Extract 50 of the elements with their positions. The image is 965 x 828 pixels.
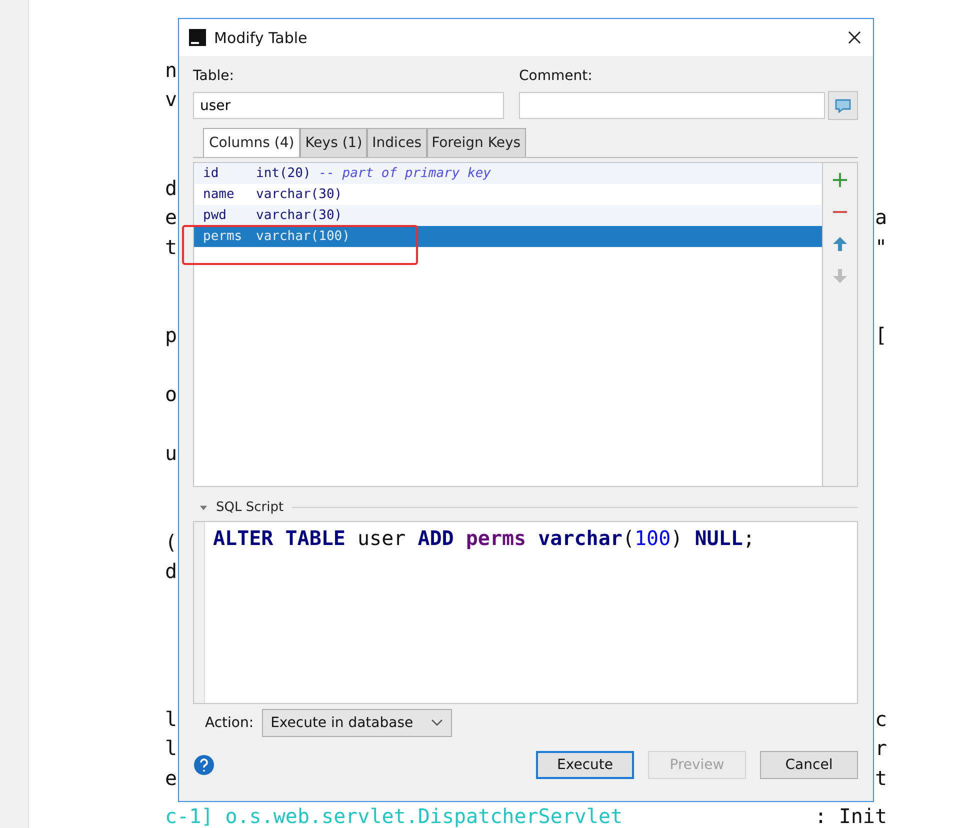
comment-field[interactable] [519, 92, 825, 119]
code-fragment: r [874, 736, 887, 760]
comment-button[interactable] [828, 91, 858, 120]
column-row[interactable]: id int(20) -- part of primary key [194, 163, 822, 184]
dialog-button[interactable]: Cancel [760, 751, 858, 779]
arrow-up-icon[interactable] [832, 236, 848, 252]
code-fragment: d [165, 559, 178, 584]
code-fragment: t [165, 234, 178, 259]
code-fragment: a [874, 205, 887, 230]
code-fragment: o [165, 382, 178, 406]
sql-code: ALTER TABLE user ADD perms varchar(100) NULL; [212, 525, 756, 552]
code-fragment: n [165, 58, 178, 82]
code-fragment: d [165, 176, 178, 200]
action-dropdown[interactable]: Execute in database [262, 709, 452, 737]
code-fragment: " [874, 234, 887, 259]
app-icon [189, 29, 206, 46]
code-fragment: p [165, 323, 178, 348]
chevron-down-icon [431, 719, 444, 727]
code-fragment: e [165, 205, 178, 230]
close-icon[interactable] [848, 31, 861, 44]
column-row[interactable]: perms varchar(100) [194, 226, 822, 247]
code-fragment: e [165, 766, 178, 790]
field-label: Table: [193, 68, 235, 84]
log-text: : Init [814, 804, 887, 828]
dialog-button[interactable]: Execute [536, 751, 634, 779]
add-icon[interactable] [832, 172, 848, 188]
code-fragment: ( [165, 530, 178, 554]
help-icon[interactable] [193, 754, 215, 776]
column-row[interactable]: name varchar(30) [194, 184, 822, 205]
code-fragment: [ [874, 323, 887, 348]
column-row[interactable]: pwd varchar(30) [194, 205, 822, 226]
speech-bubble-icon [834, 96, 852, 114]
tab[interactable]: Indices [367, 128, 427, 157]
code-fragment: t [874, 766, 887, 790]
table-name-field[interactable]: user [193, 92, 504, 119]
window-title: Modify Table [214, 28, 308, 46]
code-fragment: u [165, 441, 178, 466]
code-fragment: l [165, 706, 178, 731]
tab[interactable]: Keys (1) [300, 128, 368, 157]
tab[interactable]: Foreign Keys [426, 128, 526, 157]
field-label: Action: [205, 715, 254, 731]
sql-editor[interactable]: ALTER TABLE user ADD perms varchar(100) NULL; [193, 521, 858, 704]
collapse-icon[interactable] [199, 503, 208, 512]
code-fragment: l [165, 736, 178, 760]
code-fragment: c [874, 706, 887, 731]
tab[interactable]: Columns (4) [203, 128, 300, 157]
section-title: SQL Script [216, 500, 284, 515]
log-line: c-1] o.s.web.servlet.DispatcherServlet [165, 804, 623, 828]
code-fragment: v [165, 87, 178, 112]
field-label: Comment: [519, 68, 594, 84]
